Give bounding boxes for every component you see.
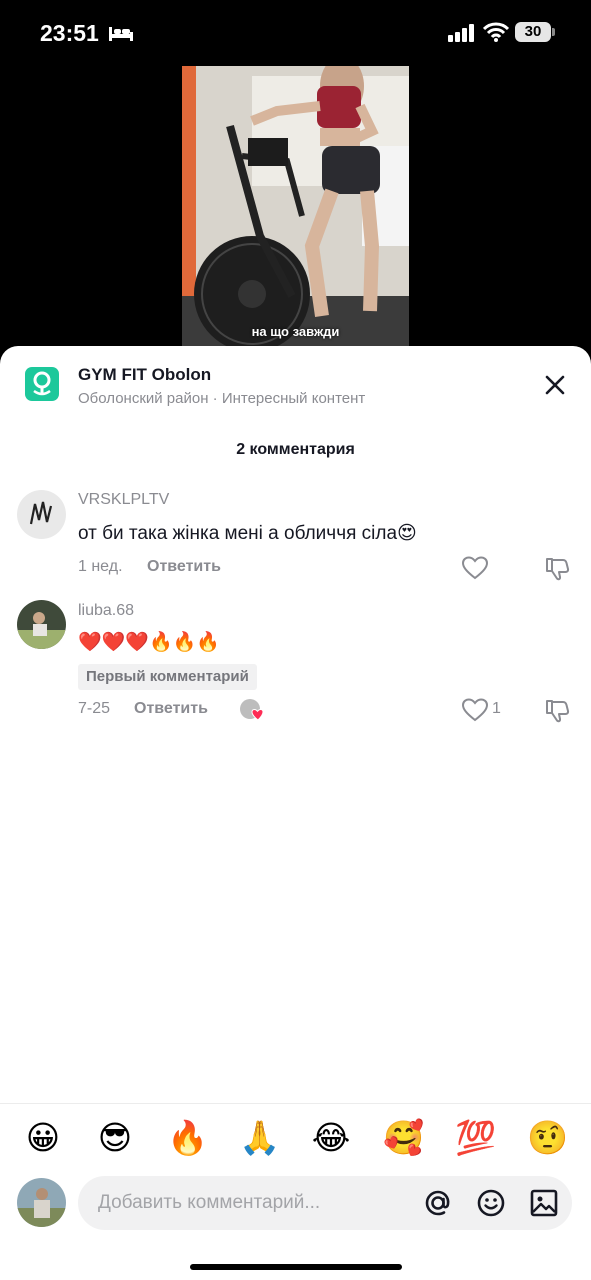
emoji-smiling-hearts[interactable]: 🥰 <box>383 1118 424 1158</box>
comment-input-box <box>78 1176 572 1230</box>
dislike-icon[interactable] <box>544 556 570 582</box>
emoji-grinning[interactable]: 😀 <box>23 1118 63 1158</box>
wifi-icon <box>483 22 509 42</box>
image-icon[interactable] <box>529 1188 559 1218</box>
comment-time: 7-25 <box>78 700 111 717</box>
avatar[interactable] <box>17 490 66 539</box>
status-bar: 23:51 30 <box>0 0 591 66</box>
avatar[interactable] <box>17 600 66 649</box>
mention-icon[interactable] <box>423 1188 453 1218</box>
video-caption: на що завжди <box>251 324 340 339</box>
emoji-pray[interactable]: 🙏 <box>239 1118 280 1158</box>
comment-text: от би така жінка мені а обличчя сіла😍 <box>78 523 417 544</box>
heart-icon[interactable] <box>462 698 488 722</box>
status-time: 23:51 <box>40 20 99 46</box>
comments-count: 2 комментария <box>236 441 355 458</box>
emoji-joy[interactable]: 😂 <box>311 1118 351 1158</box>
battery-icon: 30 <box>515 22 551 42</box>
location-pin-icon <box>25 367 59 401</box>
emoji-fire[interactable]: 🔥 <box>167 1118 208 1158</box>
comment-time: 1 нед. <box>78 558 123 575</box>
creator-liked-avatar <box>240 698 266 722</box>
location-title[interactable]: GYM FIT Obolon <box>78 365 211 385</box>
heart-icon[interactable] <box>462 556 488 580</box>
video-frame-image <box>182 66 409 356</box>
like-count: 1 <box>492 700 501 717</box>
comment-item: VRSKLPLTV от би така жінка мені а обличч… <box>0 486 591 586</box>
signal-icon <box>448 24 474 42</box>
comment-input[interactable] <box>98 1176 418 1230</box>
bed-icon <box>109 27 133 41</box>
comment-text: ❤️❤️❤️🔥🔥🔥 <box>78 632 220 653</box>
location-subtitle: Оболонский район · Интересный контент <box>78 390 366 407</box>
comment-username[interactable]: liuba.68 <box>78 602 134 620</box>
my-avatar <box>17 1178 66 1227</box>
video-preview[interactable]: на що завжди <box>182 66 409 356</box>
comment-item: liuba.68 ❤️❤️❤️🔥🔥🔥 Первый комментарий 7-… <box>0 598 591 728</box>
emoji-hundred[interactable]: 💯 <box>455 1118 496 1158</box>
reply-button[interactable]: Ответить <box>134 700 208 718</box>
dislike-icon[interactable] <box>544 698 570 724</box>
emoji-sunglasses[interactable]: 😎 <box>95 1118 135 1158</box>
home-indicator[interactable] <box>190 1264 402 1270</box>
comment-username[interactable]: VRSKLPLTV <box>78 491 169 509</box>
battery-tip <box>552 28 555 36</box>
close-icon[interactable] <box>543 373 567 397</box>
first-comment-badge: Первый комментарий <box>78 664 257 690</box>
emoji-quick-bar: 😀 😎 🔥 🙏 😂 🥰 💯 🤨 <box>0 1103 591 1171</box>
reply-button[interactable]: Ответить <box>147 558 221 576</box>
comments-sheet: GYM FIT Obolon Оболонский район · Интере… <box>0 346 591 1280</box>
emoji-picker-icon[interactable] <box>476 1188 506 1218</box>
emoji-raised-eyebrow[interactable]: 🤨 <box>527 1118 568 1158</box>
